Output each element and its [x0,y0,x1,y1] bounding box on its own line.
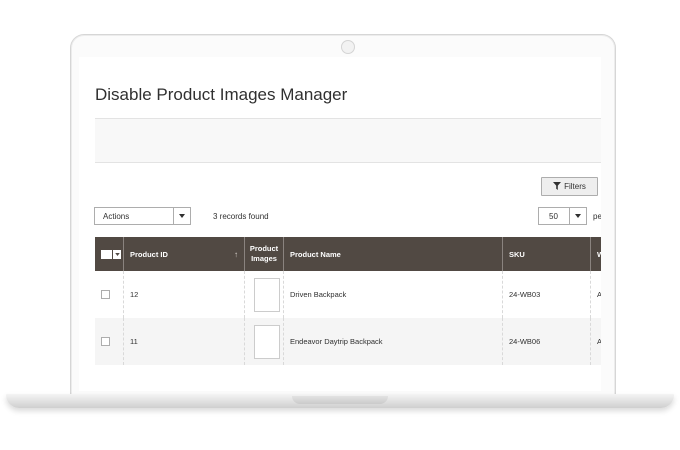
column-header-sku[interactable]: SKU [503,237,591,271]
column-header-label: Product Name [290,249,341,259]
funnel-icon [553,181,562,192]
product-name-cell: Endeavor Daytrip Backpack [284,318,503,365]
product-thumbnail[interactable] [254,277,280,312]
product-image-cell [245,318,284,365]
row-select-cell [95,271,124,318]
laptop-screen: Disable Product Images Manager Filters A… [79,57,601,391]
sku-cell: 24-WB03 [503,271,591,318]
admin-toolbar-band [95,118,601,163]
page-title: Disable Product Images Manager [95,85,348,104]
column-header-label: Product ID [130,249,168,259]
products-grid: Product ID ↑ Product Images Product Name… [95,237,601,365]
grid-header-row: Product ID ↑ Product Images Product Name… [95,237,601,271]
per-page-value: 50 [549,212,558,221]
column-header-truncated[interactable]: W [591,237,601,271]
filters-button[interactable]: Filters [541,177,598,196]
product-thumbnail[interactable] [254,324,280,359]
column-header-product-images[interactable]: Product Images [245,237,284,271]
column-header-product-name[interactable]: Product Name [284,237,503,271]
sort-arrow-icon: ↑ [234,250,238,259]
actions-dropdown[interactable]: Actions [94,207,191,225]
sku-cell: 24-WB06 [503,318,591,365]
chevron-down-icon[interactable] [173,208,190,224]
row-checkbox[interactable] [101,290,110,299]
column-header-product-id[interactable]: Product ID ↑ [124,237,245,271]
records-found-count: 3 records found [213,212,269,221]
column-header-label: Product Images [249,244,279,263]
product-image-cell [245,271,284,318]
table-row[interactable]: 11 Endeavor Daytrip Backpack 24-WB06 A [95,318,601,365]
product-name-cell: Driven Backpack [284,271,503,318]
column-header-label: W [597,249,601,259]
per-page-label: pe [593,212,601,221]
truncated-cell: A [591,271,601,318]
per-page-dropdown[interactable]: 50 [538,207,587,225]
product-id-cell: 12 [124,271,245,318]
table-row[interactable]: 12 Driven Backpack 24-WB03 A [95,271,601,318]
product-id-cell: 11 [124,318,245,365]
actions-dropdown-value: Actions [103,212,130,221]
mass-select-checkbox[interactable] [101,249,112,259]
laptop-hinge-notch [292,396,388,404]
truncated-cell: A [591,318,601,365]
mass-select-column[interactable] [95,237,124,271]
webcam [341,40,355,54]
row-checkbox[interactable] [101,337,110,346]
filters-button-label: Filters [564,182,586,191]
chevron-down-icon[interactable] [113,249,121,259]
chevron-down-icon[interactable] [569,208,586,224]
column-header-label: SKU [509,249,525,259]
row-select-cell [95,318,124,365]
